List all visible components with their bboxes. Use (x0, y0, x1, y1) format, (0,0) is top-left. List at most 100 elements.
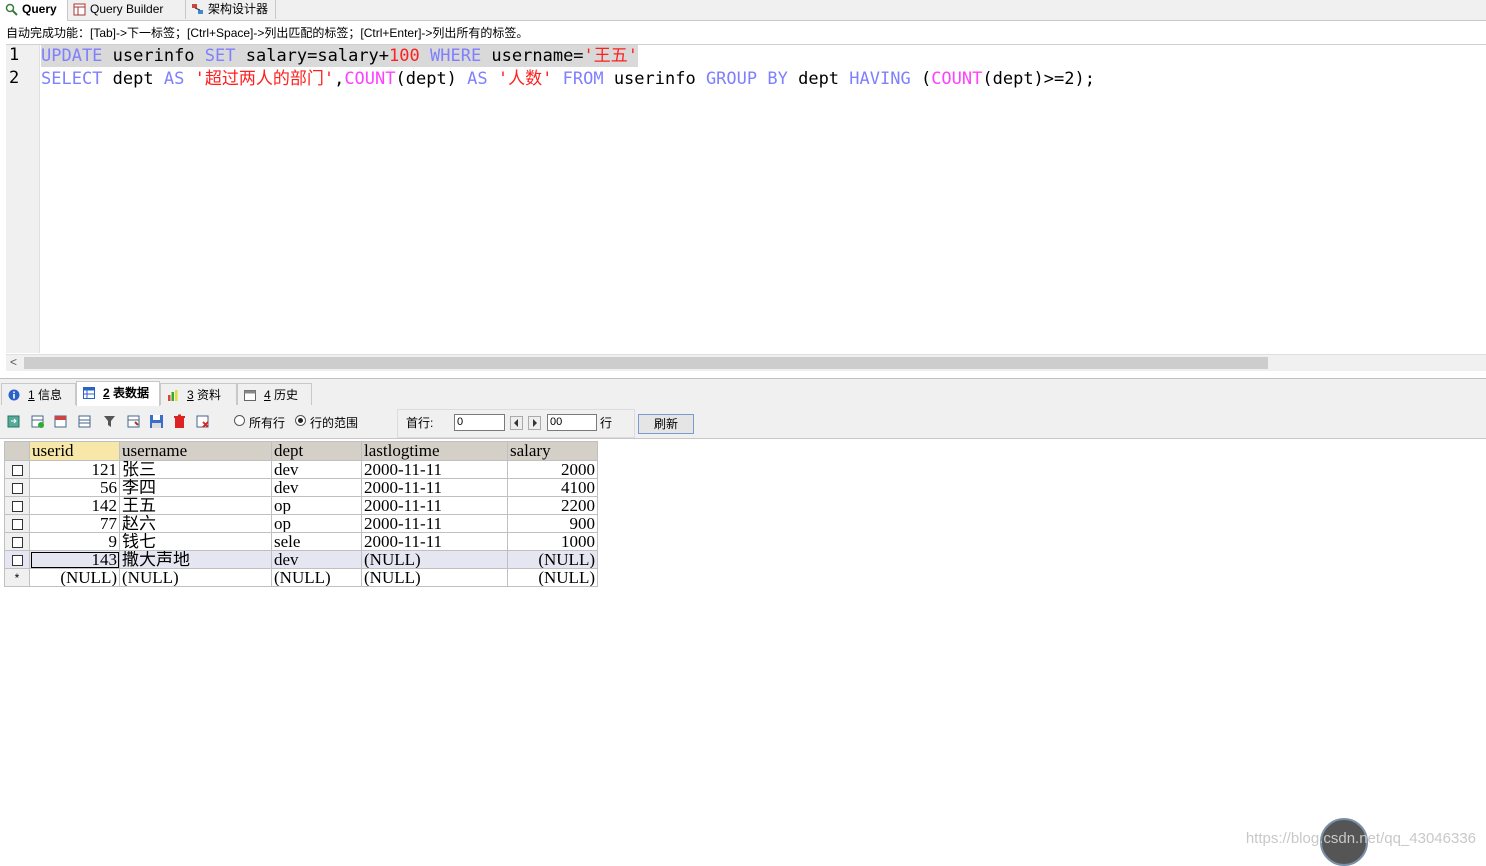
keyword: WHERE (430, 46, 482, 66)
prev-page-icon[interactable] (510, 416, 523, 430)
cell-dept[interactable]: dev (271, 550, 362, 569)
code-text: dept (787, 69, 850, 89)
rows-label: 行 (600, 416, 613, 430)
cell-userid[interactable]: 121 (29, 460, 120, 479)
duplicate-row-icon[interactable] (53, 414, 68, 429)
cell-username[interactable]: 撒大声地 (119, 550, 272, 569)
table-row[interactable]: 9 钱七 sele 2000-11-11 1000 (4, 532, 598, 551)
info-icon (8, 389, 20, 401)
tab-query-builder[interactable]: Query Builder (68, 0, 186, 19)
column-header-userid[interactable]: userid (29, 441, 120, 461)
row-checkbox[interactable] (4, 532, 30, 551)
insert-row-icon[interactable] (30, 414, 45, 429)
table-row[interactable]: 121 张三 dev 2000-11-11 2000 (4, 460, 598, 479)
scroll-left-arrow-icon[interactable]: < (10, 355, 17, 369)
row-range-radio[interactable] (295, 415, 306, 426)
cell-salary[interactable]: (NULL) (507, 568, 598, 587)
first-row-input[interactable]: 0 (454, 414, 505, 431)
tab-info-num: 1 (28, 388, 35, 402)
horizontal-scrollbar[interactable]: < (6, 354, 1486, 371)
cell-lastlogtime[interactable]: (NULL) (361, 568, 508, 587)
string-literal: '人数' (497, 69, 553, 89)
cell-salary[interactable]: 900 (507, 514, 598, 533)
cell-lastlogtime[interactable]: 2000-11-11 (361, 478, 508, 497)
scrollbar-thumb[interactable] (24, 357, 1268, 369)
cell-username[interactable]: 王五 (119, 496, 272, 515)
new-row[interactable]: * (NULL) (NULL) (NULL) (NULL) (NULL) (4, 568, 598, 587)
row-checkbox[interactable] (4, 514, 30, 533)
cell-lastlogtime[interactable]: 2000-11-11 (361, 514, 508, 533)
row-checkbox[interactable] (4, 478, 30, 497)
cell-userid[interactable]: (NULL) (29, 568, 120, 587)
cell-salary[interactable]: 1000 (507, 532, 598, 551)
column-header-username[interactable]: username (119, 441, 272, 461)
cell-userid[interactable]: 142 (29, 496, 120, 515)
column-header-salary[interactable]: salary (507, 441, 598, 461)
cell-dept[interactable]: sele (271, 532, 362, 551)
cell-dept[interactable]: dev (271, 460, 362, 479)
cell-dept[interactable]: op (271, 496, 362, 515)
copy-row-icon[interactable] (77, 414, 92, 429)
export-icon[interactable] (6, 414, 21, 429)
cell-dept[interactable]: (NULL) (271, 568, 362, 587)
tab-profile[interactable]: 3 资料 (160, 383, 237, 405)
sql-editor[interactable]: 1 2 UPDATE userinfo SET salary=salary+10… (6, 44, 1486, 371)
cell-salary[interactable]: 4100 (507, 478, 598, 497)
function-name: COUNT (344, 69, 396, 89)
cell-username[interactable]: 赵六 (119, 514, 272, 533)
column-header-dept[interactable]: dept (271, 441, 362, 461)
tab-query[interactable]: Query (0, 0, 68, 21)
grid-toolbar: 所有行 行的范围 首行: 0 00 行 刷新 (0, 406, 1486, 439)
table-row[interactable]: 142 王五 op 2000-11-11 2200 (4, 496, 598, 515)
cell-salary[interactable]: 2200 (507, 496, 598, 515)
checkbox-icon (11, 483, 23, 495)
row-checkbox[interactable] (4, 550, 30, 569)
cell-username[interactable]: 李四 (119, 478, 272, 497)
next-page-icon[interactable] (528, 416, 541, 430)
table-row[interactable]: 56 李四 dev 2000-11-11 4100 (4, 478, 598, 497)
cancel-changes-icon[interactable] (195, 414, 210, 429)
cell-username[interactable]: 钱七 (119, 532, 272, 551)
row-header-corner[interactable] (4, 441, 30, 461)
all-rows-radio[interactable] (234, 415, 245, 426)
cell-lastlogtime[interactable]: 2000-11-11 (361, 460, 508, 479)
row-checkbox[interactable] (4, 496, 30, 515)
refresh-button[interactable]: 刷新 (638, 414, 694, 434)
row-count-input[interactable]: 00 (547, 414, 597, 431)
cell-dept[interactable]: op (271, 514, 362, 533)
cell-salary[interactable]: 2000 (507, 460, 598, 479)
cell-lastlogtime[interactable]: 2000-11-11 (361, 496, 508, 515)
cell-dept[interactable]: dev (271, 478, 362, 497)
filter-icon[interactable] (103, 414, 118, 429)
code-line-2[interactable]: SELECT dept AS '超过两人的部门',COUNT(dept) AS … (41, 68, 1095, 90)
cell-lastlogtime[interactable]: 2000-11-11 (361, 532, 508, 551)
save-icon[interactable] (149, 414, 164, 429)
code-text: dept (102, 69, 164, 89)
sort-icon[interactable] (126, 414, 141, 429)
table-row-current[interactable]: 143 撒大声地 dev (NULL) (NULL) (4, 550, 598, 569)
row-checkbox[interactable] (4, 460, 30, 479)
cell-username[interactable]: (NULL) (119, 568, 272, 587)
tab-table-data[interactable]: 2 表数据 (76, 381, 160, 406)
line-number-gutter: 1 2 (6, 45, 40, 353)
delete-icon[interactable] (172, 414, 187, 429)
cell-userid[interactable]: 9 (29, 532, 120, 551)
history-icon (244, 390, 256, 401)
code-line-1[interactable]: UPDATE userinfo SET salary=salary+100 WH… (41, 45, 639, 67)
cell-userid[interactable]: 77 (29, 514, 120, 533)
table-row[interactable]: 77 赵六 op 2000-11-11 900 (4, 514, 598, 533)
column-header-lastlogtime[interactable]: lastlogtime (361, 441, 508, 461)
tab-schema-designer[interactable]: 架构设计器 (186, 0, 276, 19)
cell-lastlogtime[interactable]: (NULL) (361, 550, 508, 569)
grid-header-row: userid username dept lastlogtime salary (4, 441, 598, 461)
string-literal: '超过两人的部门' (194, 69, 335, 89)
cell-userid[interactable]: 56 (29, 478, 120, 497)
tab-info[interactable]: 1 信息 (1, 383, 76, 405)
tab-history[interactable]: 4 历史 (237, 383, 312, 405)
checkbox-icon (11, 501, 23, 513)
cell-userid-focused[interactable]: 143 (29, 550, 120, 569)
cell-salary[interactable]: (NULL) (507, 550, 598, 569)
cell-username[interactable]: 张三 (119, 460, 272, 479)
